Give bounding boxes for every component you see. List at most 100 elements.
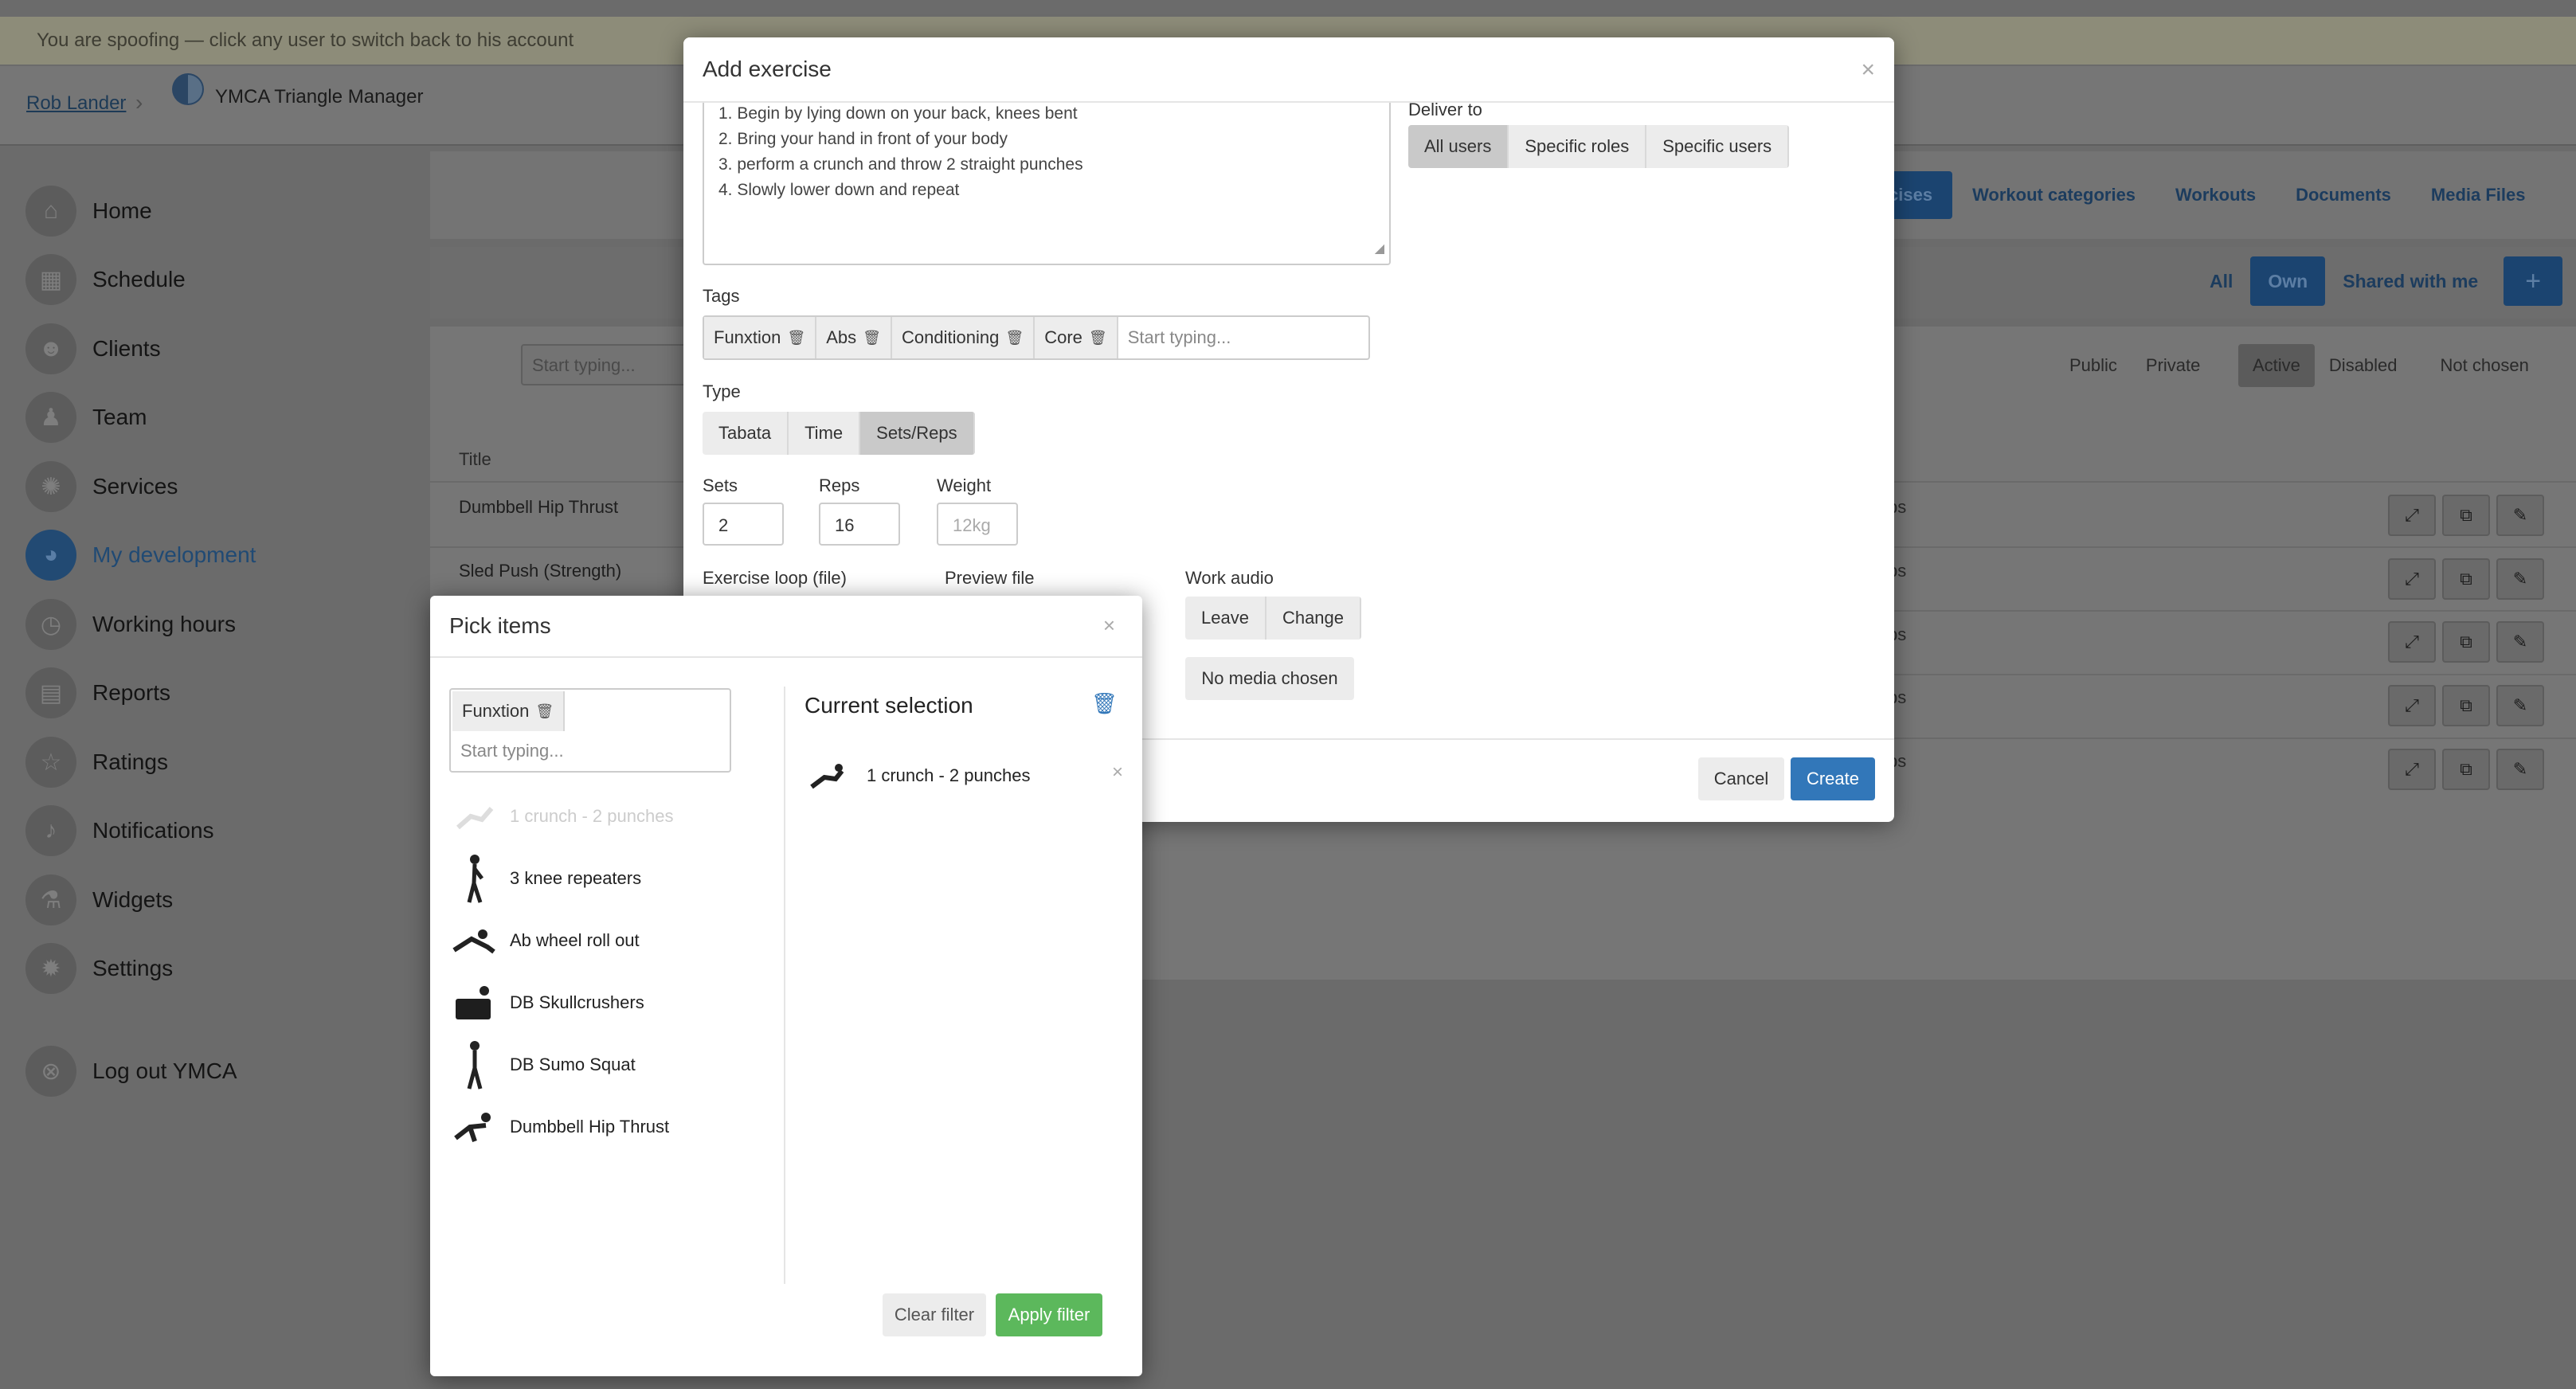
edit-icon[interactable]: ✎ [2496,749,2544,790]
audio-leave-button[interactable]: Leave [1185,597,1266,640]
edit-icon[interactable]: ✎ [2496,621,2544,663]
sidebar-item-schedule[interactable]: ▦ Schedule [25,253,408,306]
description-textarea[interactable]: 1. Begin by lying down on your back, kne… [703,93,1391,265]
exercise-loop-label: Exercise loop (file) [703,568,847,588]
search-input[interactable]: Start typing... [521,344,696,385]
edit-icon[interactable]: ✎ [2496,495,2544,536]
apply-filter-button[interactable]: Apply filter [996,1293,1102,1336]
deliver-specific-users[interactable]: Specific users [1646,125,1790,168]
tag-chip: Abs 🗑 [816,317,893,358]
tab-workouts[interactable]: Workouts [2155,171,2276,219]
sidebar-item-team[interactable]: ♟ Team [25,391,408,444]
resize-handle-icon[interactable]: ◢ [1375,237,1384,262]
sidebar-item-home[interactable]: ⌂ Home [25,185,408,237]
breadcrumb-user-link[interactable]: Rob Lander [26,80,126,127]
type-tabata[interactable]: Tabata [703,412,789,455]
clear-filter-button[interactable]: Clear filter [883,1293,986,1336]
tag-chip: Funxtion 🗑 [452,691,566,731]
filter-public[interactable]: Public [2055,344,2132,387]
selected-item: 1 crunch - 2 punches × [805,744,1123,808]
list-item[interactable]: DB Skullcrushers [449,975,644,1031]
type-sets-reps[interactable]: Sets/Reps [860,412,975,455]
type-time[interactable]: Time [789,412,861,455]
expand-icon[interactable]: ⤢ [2388,495,2436,536]
filter-all[interactable]: All [2192,256,2250,306]
create-button[interactable]: Create [1791,757,1875,800]
tab-media-files[interactable]: Media Files [2411,171,2546,219]
sidebar-item-reports[interactable]: ▤ Reports [25,667,408,719]
trash-icon[interactable]: 🗑 [1005,330,1024,346]
add-exercise-button[interactable]: + [2504,256,2563,306]
filter-disabled[interactable]: Disabled [2315,344,2412,387]
remove-selection-icon[interactable]: × [1112,761,1123,784]
logout-icon: ⊗ [25,1046,76,1097]
chevron-right-icon: › [135,90,143,115]
tab-documents[interactable]: Documents [2276,171,2411,219]
copy-icon[interactable]: ⧉ [2442,558,2490,600]
trash-icon[interactable]: 🗑 [535,703,554,720]
sidebar-item-logout[interactable]: ⊗ Log out YMCA [25,1045,408,1098]
trash-icon[interactable]: 🗑 [787,330,805,346]
table-row-title: Sled Push (Strength) [459,561,622,581]
filter-private[interactable]: Private [2132,344,2214,387]
reports-icon: ▤ [25,667,76,718]
sidebar-item-working-hours[interactable]: ◷ Working hours [25,598,408,651]
expand-icon[interactable]: ⤢ [2388,749,2436,790]
current-selection-title: Current selection [805,693,973,718]
copy-icon[interactable]: ⧉ [2442,495,2490,536]
trash-icon[interactable]: 🗑 [863,330,881,346]
expand-icon[interactable]: ⤢ [2388,685,2436,726]
tag-chip: Conditioning 🗑 [892,317,1035,358]
copy-icon[interactable]: ⧉ [2442,749,2490,790]
reps-label: Reps [819,475,860,495]
home-icon: ⌂ [25,186,76,237]
list-item[interactable]: Dumbbell Hip Thrust [449,1099,669,1155]
deliver-specific-roles[interactable]: Specific roles [1509,125,1647,168]
sidebar-item-notifications[interactable]: ♪ Notifications [25,804,408,857]
tag-chip: Core 🗑 [1035,317,1118,358]
sidebar-item-widgets[interactable]: ⚗ Widgets [25,874,408,926]
pick-items-modal: Pick items × Funxtion 🗑 Start typing... 1… [430,596,1142,1376]
sidebar-item-my-development[interactable]: ◕ My development [25,529,408,581]
exercise-thumbnail [805,760,852,792]
description-line: 4. Slowly lower down and repeat [718,181,960,199]
list-item[interactable]: 3 knee repeaters [449,851,641,906]
copy-icon[interactable]: ⧉ [2442,685,2490,726]
filter-input[interactable]: Funxtion 🗑 Start typing... [449,688,731,773]
audio-change-button[interactable]: Change [1266,597,1362,640]
filter-own[interactable]: Own [2250,256,2326,306]
sidebar-item-settings[interactable]: ✹ Settings [25,942,408,995]
cancel-button[interactable]: Cancel [1698,757,1784,800]
filter-active[interactable]: Active [2238,344,2315,387]
edit-icon[interactable]: ✎ [2496,558,2544,600]
sidebar-item-services[interactable]: ✺ Services [25,460,408,513]
modal-title: Add exercise [703,57,832,81]
deliver-all-users[interactable]: All users [1408,125,1509,168]
copy-icon[interactable]: ⧉ [2442,621,2490,663]
trash-icon[interactable]: 🗑 [1089,330,1107,346]
reps-input[interactable]: 16 [819,503,900,546]
exercise-thumbnail [449,790,500,843]
edit-icon[interactable]: ✎ [2496,685,2544,726]
filter-placeholder[interactable]: Start typing... [460,741,564,761]
close-icon[interactable]: × [1861,57,1875,84]
close-icon[interactable]: × [1103,613,1115,638]
list-item[interactable]: Ab wheel roll out [449,913,640,968]
filter-not-chosen[interactable]: Not chosen [2426,344,2543,387]
sets-label: Sets [703,475,738,495]
list-item[interactable]: DB Sumo Squat [449,1037,636,1093]
expand-icon[interactable]: ⤢ [2388,558,2436,600]
work-audio-label: Work audio [1185,568,1274,588]
weight-input[interactable]: 12kg [937,503,1018,546]
gear-icon: ✹ [25,943,76,994]
sets-input[interactable]: 2 [703,503,784,546]
trash-icon[interactable]: 🗑 [1091,691,1118,716]
filter-shared[interactable]: Shared with me [2325,256,2496,306]
org-logo-icon [172,73,204,105]
expand-icon[interactable]: ⤢ [2388,621,2436,663]
tags-input[interactable]: Funxtion 🗑 Abs 🗑 Conditioning 🗑 Core 🗑 Start… [703,315,1370,360]
tab-workout-categories[interactable]: Workout categories [1952,171,2155,219]
tags-placeholder[interactable]: Start typing... [1118,327,1231,348]
sidebar-item-ratings[interactable]: ☆ Ratings [25,736,408,788]
sidebar-item-clients[interactable]: ☻ Clients [25,323,408,375]
